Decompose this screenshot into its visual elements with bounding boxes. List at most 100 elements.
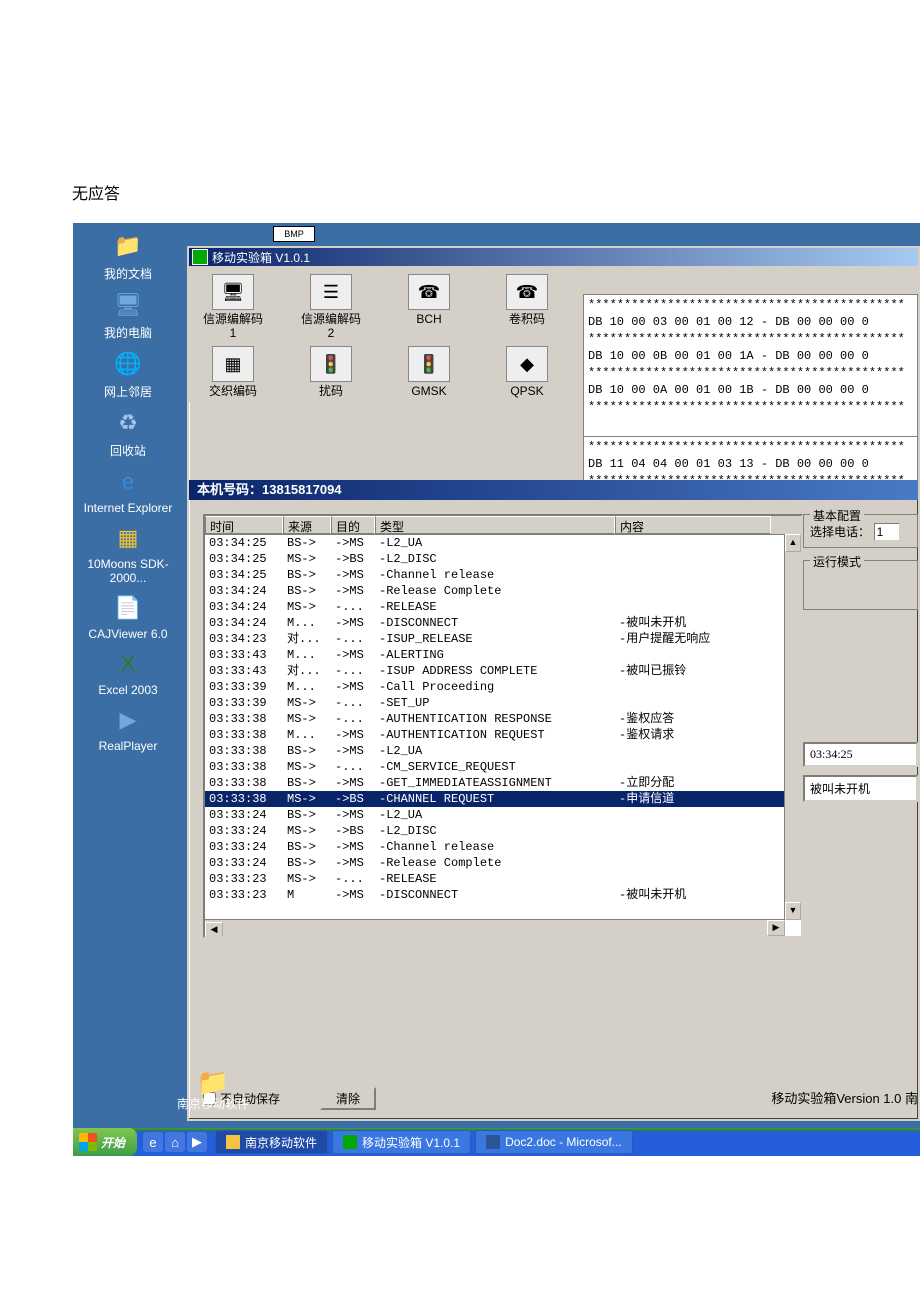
horizontal-scrollbar[interactable]: ◀ ▶ (205, 919, 785, 936)
cell-source: BS-> (283, 535, 331, 551)
log-row[interactable]: 03:34:24M...->MS-DISCONNECT-被叫未开机 (205, 615, 801, 631)
desktop-icon[interactable]: 📁我的文档 (73, 229, 183, 282)
tool-label: 交织编码 (209, 384, 257, 398)
desktop-icon[interactable]: XExcel 2003 (73, 647, 183, 697)
tool-信源编解码[interactable]: ☰信源编解码2 (295, 274, 367, 340)
cell-type: -AUTHENTICATION REQUEST (375, 727, 615, 743)
cell-dest: -... (331, 871, 375, 887)
scroll-down-icon[interactable]: ▼ (785, 902, 801, 920)
desktop-icon-label: 回收站 (110, 442, 146, 459)
tool-信源编解码[interactable]: 🖥信源编解码1 (197, 274, 269, 340)
log-row[interactable]: 03:33:38MS->->BS-CHANNEL REQUEST-申请信道 (205, 791, 801, 807)
tool-扰码[interactable]: 🚦扰码 (295, 346, 367, 398)
log-row[interactable]: 03:34:24BS->->MS-Release Complete (205, 583, 801, 599)
log-row[interactable]: 03:33:43对...-...-ISUP ADDRESS COMPLETE-被… (205, 663, 801, 679)
desktop-icon[interactable]: ▦10Moons SDK-2000... (73, 521, 183, 585)
col-content[interactable]: 内容 (615, 516, 771, 534)
cell-content (615, 535, 771, 551)
cell-type: -Call Proceeding (375, 679, 615, 695)
log-row[interactable]: 03:33:23MS->-...-RELEASE (205, 871, 801, 887)
cell-dest: -... (331, 599, 375, 615)
phone-select-input[interactable] (874, 523, 900, 541)
desktop-icon[interactable]: ♻回收站 (73, 406, 183, 459)
start-button[interactable]: 开始 (73, 1128, 137, 1156)
phone-select-label: 选择电话： (810, 525, 870, 539)
cell-type: -Channel release (375, 839, 615, 855)
group-basic-config: 基本配置 选择电话： (803, 514, 918, 548)
tool-icon: ▦ (212, 346, 254, 382)
ie-icon[interactable]: e (143, 1132, 163, 1152)
cell-dest: -... (331, 631, 375, 647)
cell-time: 03:34:23 (205, 631, 283, 647)
log-row[interactable]: 03:33:24MS->->BS-L2_DISC (205, 823, 801, 839)
log-row[interactable]: 03:33:38MS->-...-AUTHENTICATION RESPONSE… (205, 711, 801, 727)
taskbar: 开始 e ⌂ ▶ 南京移动软件 移动实验箱 V1.0.1 Doc2.doc - … (73, 1128, 920, 1156)
我的电脑-icon: 🖥 (111, 288, 145, 322)
tool-卷积码[interactable]: ☎卷积码 (491, 274, 563, 340)
log-row[interactable]: 03:33:24BS->->MS-L2_UA (205, 807, 801, 823)
log-row[interactable]: 03:33:23M->MS-DISCONNECT-被叫未开机 (205, 887, 801, 903)
log-row[interactable]: 03:33:38MS->-...-CM_SERVICE_REQUEST (205, 759, 801, 775)
tool-交织编码[interactable]: ▦ 交织编码 (197, 346, 269, 398)
log-row[interactable]: 03:34:23对...-...-ISUP_RELEASE-用户提醒无响应 (205, 631, 801, 647)
scroll-up-icon[interactable]: ▲ (785, 534, 801, 552)
log-row[interactable]: 03:34:25BS->->MS-L2_UA (205, 535, 801, 551)
desktop-icon[interactable]: 🖥我的电脑 (73, 288, 183, 341)
log-row[interactable]: 03:33:38BS->->MS-L2_UA (205, 743, 801, 759)
task-doc[interactable]: Doc2.doc - Microsof... (475, 1130, 633, 1154)
col-source[interactable]: 来源 (283, 516, 331, 534)
log-body[interactable]: 03:34:25BS->->MS-L2_UA03:34:25MS->->BS-L… (205, 535, 801, 903)
cell-dest: -... (331, 663, 375, 679)
col-dest[interactable]: 目的 (331, 516, 375, 534)
cell-time: 03:33:24 (205, 855, 283, 871)
log-row[interactable]: 03:33:38BS->->MS-GET_IMMEDIATEASSIGNMENT… (205, 775, 801, 791)
cell-dest: ->MS (331, 743, 375, 759)
scroll-left-icon[interactable]: ◀ (205, 922, 223, 938)
task-app[interactable]: 移动实验箱 V1.0.1 (332, 1130, 471, 1154)
tool-GMSK[interactable]: 🚦GMSK (393, 346, 465, 398)
cell-dest: ->MS (331, 839, 375, 855)
cell-dest: -... (331, 695, 375, 711)
cell-source: MS-> (283, 711, 331, 727)
cell-source: 对... (283, 631, 331, 647)
desktop-icon-label: Excel 2003 (98, 683, 157, 697)
vertical-scrollbar[interactable]: ▲ ▼ (784, 534, 801, 920)
clear-button[interactable]: 清除 (320, 1087, 376, 1110)
col-type[interactable]: 类型 (375, 516, 615, 534)
log-row[interactable]: 03:33:43M...->MS-ALERTING (205, 647, 801, 663)
log-row[interactable]: 03:34:25MS->->BS-L2_DISC (205, 551, 801, 567)
task-app-label: 移动实验箱 V1.0.1 (362, 1134, 460, 1151)
cell-dest: ->MS (331, 535, 375, 551)
col-time[interactable]: 时间 (205, 516, 283, 534)
tool-QPSK[interactable]: ◆QPSK (491, 346, 563, 398)
log-row[interactable]: 03:33:39MS->-...-SET_UP (205, 695, 801, 711)
cell-dest: ->MS (331, 807, 375, 823)
desktop-icon[interactable]: eInternet Explorer (73, 465, 183, 515)
group-run-mode: 运行模式 (803, 560, 918, 610)
cell-dest: -... (331, 759, 375, 775)
tool-label: BCH (416, 312, 441, 326)
log-row[interactable]: 03:33:38M...->MS-AUTHENTICATION REQUEST-… (205, 727, 801, 743)
bmp-badge: BMP (273, 226, 315, 242)
titlebar[interactable]: 移动实验箱 V1.0.1 (189, 248, 918, 266)
desktop-icon[interactable]: 🌐网上邻居 (73, 347, 183, 400)
cell-type: -CM_SERVICE_REQUEST (375, 759, 615, 775)
cell-type: -L2_UA (375, 807, 615, 823)
desktop-icons-col1: 📁我的文档 🖥我的电脑 🌐网上邻居 ♻回收站 eInternet Explorer ▦10… (73, 223, 183, 759)
log-row[interactable]: 03:33:39M...->MS-Call Proceeding (205, 679, 801, 695)
desktop-icon[interactable]: ▶RealPlayer (73, 703, 183, 753)
log-row[interactable]: 03:34:25BS->->MS-Channel release (205, 567, 801, 583)
desktop-icon[interactable]: ⌂ (165, 1132, 185, 1152)
tool-BCH[interactable]: ☎BCH (393, 274, 465, 340)
log-row[interactable]: 03:33:24BS->->MS-Release Complete (205, 855, 801, 871)
cell-time: 03:33:43 (205, 663, 283, 679)
cell-source: MS-> (283, 551, 331, 567)
log-row[interactable]: 03:33:24BS->->MS-Channel release (205, 839, 801, 855)
task-folder[interactable]: 南京移动软件 (215, 1130, 328, 1154)
desktop-folder-nanjing[interactable]: 📁 南京移动软件 (177, 1067, 249, 1112)
scroll-right-icon[interactable]: ▶ (767, 920, 785, 936)
desktop-icon[interactable]: 📄CAJViewer 6.0 (73, 591, 183, 641)
media-icon[interactable]: ▶ (187, 1132, 207, 1152)
cell-content: -被叫已振铃 (615, 663, 771, 679)
log-row[interactable]: 03:34:24MS->-...-RELEASE (205, 599, 801, 615)
